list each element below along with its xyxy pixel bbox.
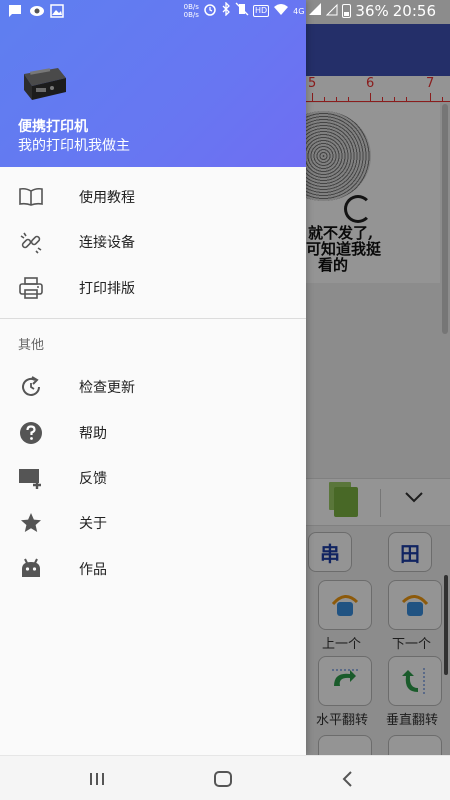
printer-logo bbox=[18, 64, 68, 106]
battery-icon bbox=[342, 4, 352, 18]
home-button[interactable] bbox=[193, 756, 253, 800]
back-button[interactable] bbox=[318, 756, 378, 800]
menu-label: 关于 bbox=[79, 515, 107, 532]
vibrate-icon bbox=[235, 2, 249, 20]
menu-item-check-update[interactable]: 检查更新 bbox=[0, 364, 306, 409]
wifi-icon bbox=[273, 2, 289, 20]
app-slogan: 我的打印机我做主 bbox=[18, 138, 130, 154]
menu-item-connect[interactable]: 连接设备 bbox=[0, 219, 306, 264]
divider bbox=[0, 318, 306, 319]
menu-item-tutorial[interactable]: 使用教程 bbox=[0, 174, 306, 219]
network-speed: 0B/s 0B/s bbox=[183, 3, 199, 19]
status-bar: 0B/s 0B/s HD 4G 36% 20:56 bbox=[0, 0, 450, 24]
signal-icon bbox=[326, 2, 338, 20]
app-name: 便携打印机 bbox=[18, 119, 88, 135]
menu-label: 连接设备 bbox=[79, 234, 135, 251]
menu-label: 打印排版 bbox=[79, 280, 135, 297]
clock: 20:56 bbox=[392, 2, 436, 20]
menu-item-works[interactable]: 作品 bbox=[0, 546, 306, 591]
menu-item-help[interactable]: 帮助 bbox=[0, 410, 306, 455]
feedback-icon bbox=[18, 465, 44, 491]
printer-icon bbox=[18, 275, 44, 301]
book-icon bbox=[18, 184, 44, 210]
recent-apps-button[interactable] bbox=[67, 756, 127, 800]
image-icon bbox=[50, 4, 64, 18]
star-icon bbox=[18, 510, 44, 536]
menu-item-feedback[interactable]: 反馈 bbox=[0, 455, 306, 500]
signal-icon bbox=[308, 2, 322, 20]
menu-item-about[interactable]: 关于 bbox=[0, 500, 306, 545]
menu-label: 反馈 bbox=[79, 470, 107, 487]
network-type: 4G bbox=[293, 6, 305, 16]
hd-badge: HD bbox=[252, 5, 270, 17]
bluetooth-icon bbox=[221, 1, 231, 20]
menu-label: 帮助 bbox=[79, 425, 107, 442]
update-icon bbox=[18, 374, 44, 400]
alarm-icon bbox=[203, 2, 217, 20]
eye-icon bbox=[29, 4, 44, 18]
menu-item-print-layout[interactable]: 打印排版 bbox=[0, 265, 306, 310]
menu-label: 检查更新 bbox=[79, 379, 135, 396]
message-icon bbox=[8, 4, 22, 18]
system-nav-bar bbox=[0, 755, 450, 800]
help-icon bbox=[18, 420, 44, 446]
menu-label: 使用教程 bbox=[79, 189, 135, 206]
navigation-drawer: 便携打印机 我的打印机我做主 使用教程 连接设备 打印排版 其他 检查更新 帮助 bbox=[0, 0, 306, 755]
section-title-other: 其他 bbox=[18, 338, 45, 353]
link-icon bbox=[18, 229, 44, 255]
android-icon bbox=[18, 556, 44, 582]
drawer-header: 便携打印机 我的打印机我做主 bbox=[0, 0, 306, 167]
menu-label: 作品 bbox=[79, 561, 107, 578]
battery-percent: 36% bbox=[355, 2, 389, 20]
